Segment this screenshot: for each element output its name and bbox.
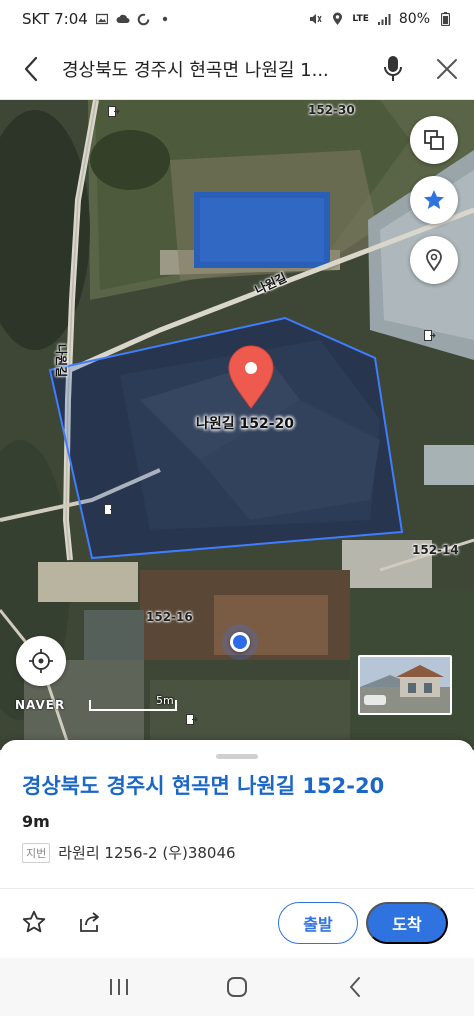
search-query[interactable]: 경상북도 경주시 현곡면 나원길 1...	[62, 56, 366, 82]
map-view[interactable]: 152-30 152-14 152-16 나원길 나원길 나원길 152-20 …	[0, 100, 474, 750]
destination-pin-icon[interactable]	[226, 344, 276, 410]
current-location-dot	[230, 632, 250, 652]
depart-button[interactable]: 출발	[278, 902, 358, 944]
pin-label: 나원길 152-20	[196, 416, 295, 432]
favorites-button[interactable]	[410, 176, 458, 224]
share-button[interactable]	[74, 906, 106, 938]
save-button[interactable]	[18, 906, 50, 938]
jibun-badge: 지번	[22, 842, 51, 863]
back-nav-icon	[350, 977, 360, 997]
current-location-marker	[222, 624, 258, 660]
entrance-icon	[108, 106, 120, 117]
location-status-icon	[330, 12, 344, 26]
sync-icon	[137, 12, 151, 26]
location-marker-button[interactable]	[410, 236, 458, 284]
street-view-image	[360, 657, 450, 713]
locate-me-button[interactable]	[16, 636, 66, 686]
recent-apps-button[interactable]	[99, 967, 139, 1007]
carrier-time: SKT 7:04	[22, 10, 88, 28]
mute-icon	[308, 12, 322, 26]
share-icon	[80, 912, 99, 932]
layers-icon	[424, 130, 444, 150]
signal-icon	[377, 12, 391, 26]
battery-icon	[438, 12, 452, 26]
search-header: 경상북도 경주시 현곡면 나원길 1...	[0, 38, 474, 100]
arrive-button[interactable]: 도착	[366, 902, 448, 944]
map-label-152-30: 152-30	[308, 103, 355, 117]
distance-text: 9m	[22, 812, 50, 831]
entrance-icon	[424, 330, 436, 341]
place-title[interactable]: 경상북도 경주시 현곡면 나원길 152-20	[22, 770, 384, 800]
clear-search-button[interactable]	[420, 38, 474, 100]
voice-search-button[interactable]	[366, 38, 420, 100]
road-label-naweon-vertical: 나원길	[54, 344, 68, 378]
map-label-152-14: 152-14	[412, 543, 459, 557]
sheet-drag-handle[interactable]	[216, 754, 258, 759]
system-nav-bar	[0, 958, 474, 1016]
divider	[0, 888, 474, 889]
location-pin-icon	[426, 249, 442, 272]
network-type: LTE	[352, 13, 369, 24]
street-view-thumbnail[interactable]	[358, 655, 452, 715]
mic-icon	[384, 55, 402, 81]
jibun-address: 라원리 1256-2 (우)38046	[58, 844, 236, 862]
back-nav-button[interactable]	[335, 967, 375, 1007]
home-icon	[227, 977, 247, 997]
map-label-152-16: 152-16	[146, 610, 193, 624]
back-button[interactable]	[0, 38, 62, 100]
cloud-icon	[116, 12, 130, 26]
image-notification-icon	[95, 12, 109, 26]
home-button[interactable]	[217, 967, 257, 1007]
place-info-sheet: 경상북도 경주시 현곡면 나원길 152-20 9m 지번 라원리 1256-2…	[0, 740, 474, 958]
star-outline-icon	[22, 910, 46, 933]
scale-label: 5m	[156, 694, 174, 707]
crosshair-icon	[29, 649, 53, 673]
close-icon	[437, 58, 457, 79]
recent-apps-icon	[110, 979, 128, 995]
entrance-icon	[186, 714, 198, 725]
battery-percent: 80%	[398, 11, 430, 27]
status-bar: SKT 7:04 LTE 80%	[0, 0, 474, 38]
back-arrow-icon	[24, 56, 38, 81]
dot-icon	[158, 12, 172, 26]
star-icon	[424, 190, 444, 209]
naver-logo: NAVER	[15, 698, 66, 712]
jibun-row: 지번 라원리 1256-2 (우)38046	[22, 842, 236, 863]
entrance-icon	[104, 504, 116, 515]
layers-button[interactable]	[410, 116, 458, 164]
